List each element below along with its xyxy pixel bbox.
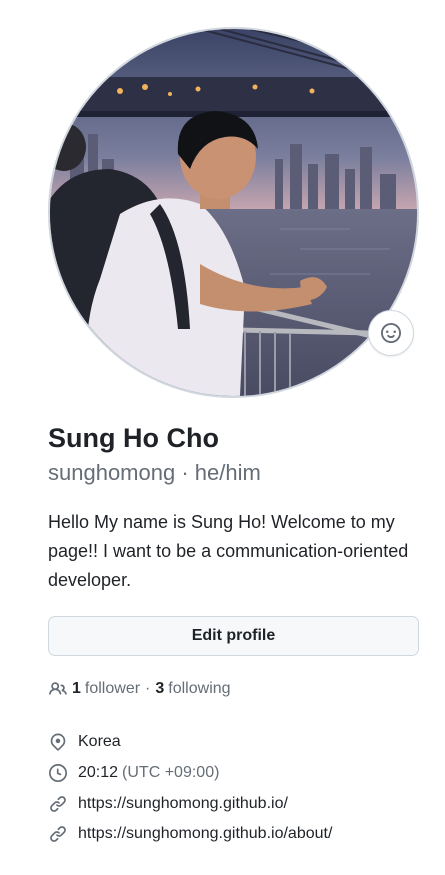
location-icon xyxy=(48,732,68,752)
avatar-photo xyxy=(50,29,417,396)
website-link[interactable]: https://sunghomong.github.io/ xyxy=(78,795,288,813)
timezone-offset: (UTC +09:00) xyxy=(122,764,220,782)
profile-pronouns: he/him xyxy=(194,460,261,485)
location-text: Korea xyxy=(78,733,121,751)
localtime-item: 20:12 (UTC +09:00) xyxy=(48,758,332,789)
profile-details: Korea 20:12 (UTC +09:00) https://sunghom… xyxy=(48,727,332,850)
status-button[interactable] xyxy=(368,310,414,356)
followers-count: 1 xyxy=(72,680,81,697)
link-icon xyxy=(48,824,68,844)
smiley-icon xyxy=(381,323,401,343)
profile-bio: Hello My name is Sung Ho! Welcome to my … xyxy=(48,512,409,590)
username-separator: · xyxy=(181,460,189,485)
following-label: following xyxy=(168,680,231,697)
followers-label: follower xyxy=(84,680,141,697)
people-icon xyxy=(48,680,68,698)
about-link[interactable]: https://sunghomong.github.io/about/ xyxy=(78,825,332,843)
avatar[interactable] xyxy=(48,27,419,398)
profile-name: Sung Ho Cho xyxy=(48,423,219,453)
website-item: https://sunghomong.github.io/ xyxy=(48,788,332,819)
edit-profile-button[interactable]: Edit profile xyxy=(48,616,419,656)
following-count: 3 xyxy=(155,680,165,697)
following-link[interactable]: 3 following xyxy=(155,680,230,698)
username-line: sunghomong · he/him xyxy=(48,457,261,489)
followers-link[interactable]: 1 follower xyxy=(72,680,140,698)
local-time: 20:12 xyxy=(78,764,119,782)
follow-separator: · xyxy=(145,680,151,697)
location-item: Korea xyxy=(48,727,332,758)
social-link-item: https://sunghomong.github.io/about/ xyxy=(48,819,332,850)
follow-stats: 1 follower · 3 following xyxy=(48,676,231,702)
profile-username: sunghomong xyxy=(48,460,176,485)
link-icon xyxy=(48,794,68,814)
clock-icon xyxy=(48,763,68,783)
avatar-container xyxy=(48,27,419,398)
